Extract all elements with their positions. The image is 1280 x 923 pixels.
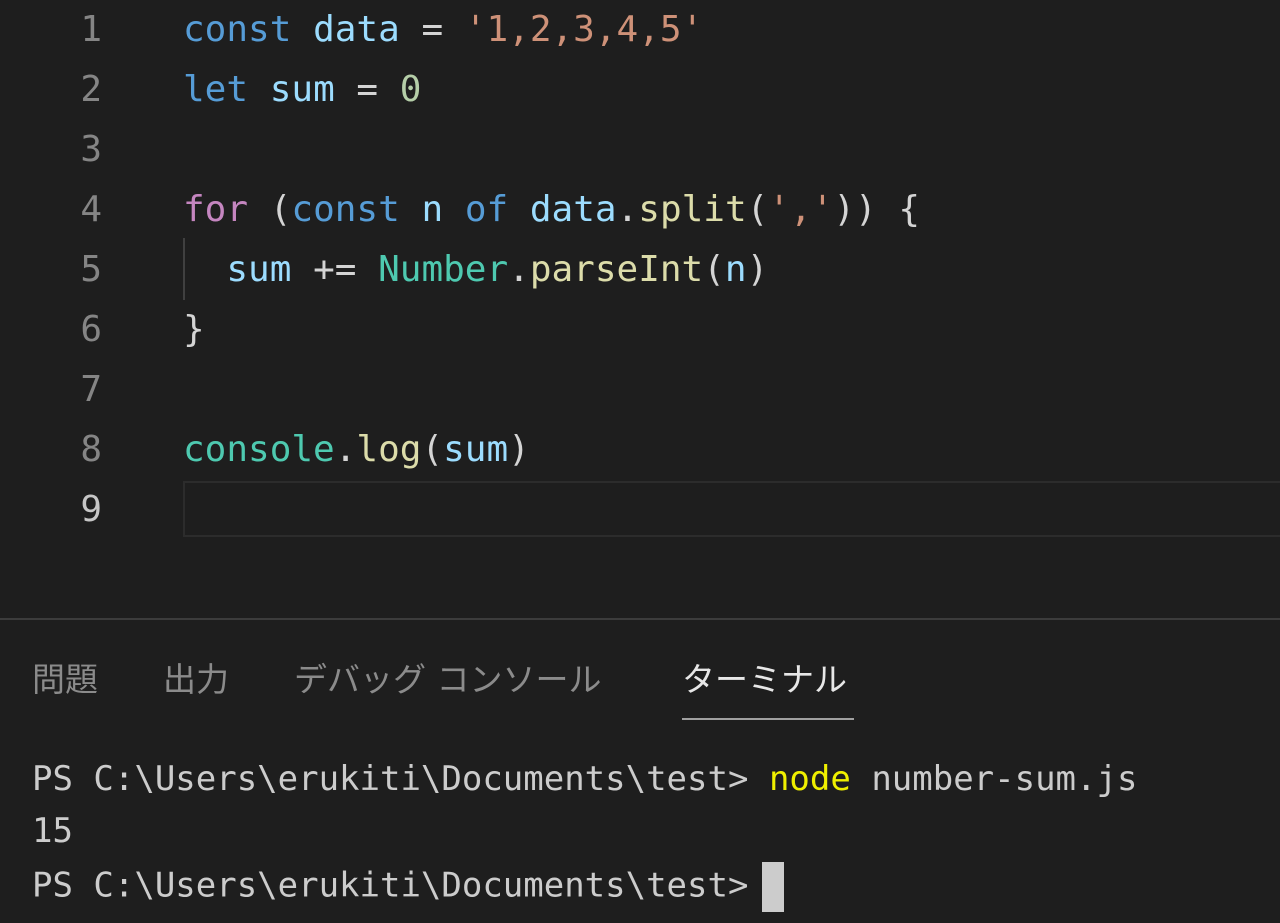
code-line[interactable]: 3	[0, 120, 1280, 180]
code-line[interactable]: 5 sum += Number.parseInt(n)	[0, 240, 1280, 300]
tab-output[interactable]: 出力	[163, 658, 229, 702]
code-line[interactable]: 8 console.log(sum)	[0, 420, 1280, 480]
line-number: 6	[80, 309, 102, 350]
terminal-command: node	[768, 759, 851, 799]
line-number: 5	[80, 249, 102, 290]
line-number: 4	[80, 189, 102, 230]
code-line[interactable]: 4 for (const n of data.split(',')) {	[0, 180, 1280, 240]
code-text[interactable]: console.log(sum)	[183, 429, 530, 471]
code-line-current[interactable]: 9	[0, 480, 1280, 540]
tab-debug-console[interactable]: デバッグ コンソール	[294, 658, 602, 702]
tab-terminal[interactable]: ターミナル	[682, 658, 847, 702]
terminal-argument: number-sum.js	[871, 759, 1138, 799]
terminal-prompt: PS C:\Users\erukiti\Documents\test>	[32, 865, 749, 906]
line-number: 9	[80, 489, 102, 530]
line-number: 7	[80, 369, 102, 410]
code-text[interactable]: const data = '1,2,3,4,5'	[183, 9, 703, 51]
terminal-cursor[interactable]	[762, 862, 785, 912]
code-text[interactable]: let sum = 0	[183, 69, 421, 111]
code-text[interactable]: for (const n of data.split(',')) {	[183, 189, 920, 231]
code-line[interactable]: 2 let sum = 0	[0, 60, 1280, 120]
code-text[interactable]: sum += Number.parseInt(n)	[183, 249, 768, 291]
terminal-line: PS C:\Users\erukiti\Documents\test> node…	[32, 757, 1137, 801]
line-number: 3	[80, 129, 102, 170]
line-number: 1	[80, 9, 102, 50]
terminal-output: 15	[32, 811, 73, 851]
terminal-prompt: PS C:\Users\erukiti\Documents\test>	[32, 759, 749, 799]
code-line[interactable]: 6 }	[0, 300, 1280, 360]
code-editor[interactable]: 1 const data = '1,2,3,4,5' 2 let sum = 0…	[0, 0, 1280, 618]
line-number: 2	[80, 69, 102, 110]
code-line[interactable]: 1 const data = '1,2,3,4,5'	[0, 0, 1280, 60]
bottom-panel: 問題 出力 デバッグ コンソール ターミナル PS C:\Users\eruki…	[0, 618, 1280, 923]
code-text[interactable]: }	[183, 309, 205, 351]
tab-problems[interactable]: 問題	[32, 658, 98, 702]
terminal-input-line[interactable]: PS C:\Users\erukiti\Documents\test>	[32, 862, 785, 912]
code-line[interactable]: 7	[0, 360, 1280, 420]
line-number: 8	[80, 429, 102, 470]
active-tab-indicator	[682, 718, 854, 720]
